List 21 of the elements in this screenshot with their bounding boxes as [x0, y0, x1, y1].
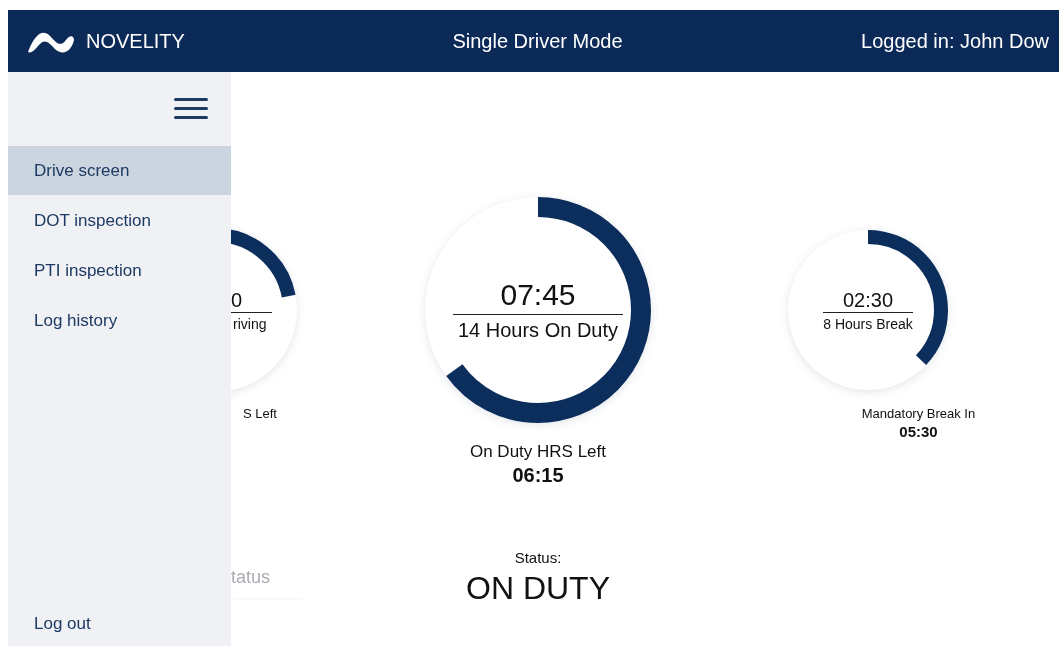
gauge-footer-value: 06:15 [512, 464, 564, 487]
sidebar-item[interactable]: Log history [8, 296, 231, 345]
mode-title: Single Driver Mode [452, 29, 623, 53]
status-value: ON DUTY [466, 570, 610, 607]
sidebar-item[interactable]: PTI inspection [8, 246, 231, 295]
status-label: Status: [514, 549, 562, 566]
logged-in-user: Logged in: John Dow [860, 29, 1049, 53]
sidebar-item[interactable]: Drive screen [8, 146, 231, 195]
logout-item[interactable]: Log out [8, 611, 231, 645]
gauge-caption: 8 Hours Break [823, 315, 913, 332]
sidebar-item[interactable]: DOT inspection [8, 196, 231, 245]
gauge-footer-value: 05:30 [899, 423, 938, 440]
gauge-footer-label: S Left [243, 406, 277, 421]
gauge-value: 07:45 [453, 278, 623, 315]
menu-icon[interactable] [174, 98, 208, 120]
gauge-footer-label: On Duty HRS Left [469, 442, 607, 462]
gauge-caption: riving [232, 315, 267, 332]
gauge-footer-label: Mandatory Break In [861, 406, 976, 421]
brand-name: NOVELITY [86, 29, 185, 53]
gauge-value: 02:30 [823, 288, 913, 313]
gauge-caption: 14 Hours On Duty [457, 319, 619, 342]
